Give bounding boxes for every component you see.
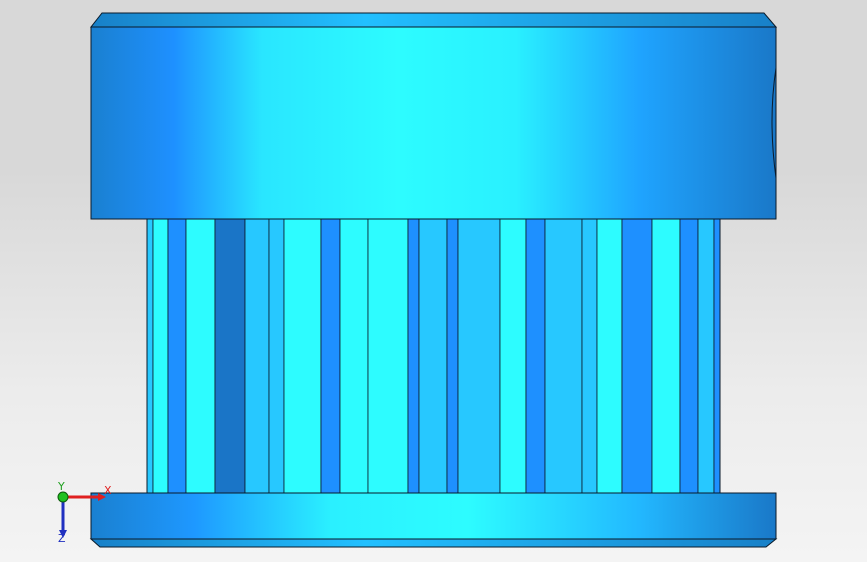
- hub-tooth-face: [146, 218, 154, 494]
- hub-tooth-face: [320, 218, 341, 494]
- hub-tooth-face: [679, 218, 699, 494]
- hub-tooth-face: [339, 218, 369, 494]
- hub-tooth-face: [244, 218, 270, 494]
- hub-tooth-face: [367, 218, 409, 494]
- hub-tooth-face: [457, 218, 501, 494]
- bottom-flange[interactable]: [89, 492, 778, 548]
- pulley-model-view[interactable]: X Y Z: [0, 0, 867, 562]
- graphics-viewport[interactable]: X Y Z: [0, 0, 867, 562]
- hub-tooth-face: [268, 218, 285, 494]
- hub-tooth-face: [418, 218, 448, 494]
- hub-tooth-face: [697, 218, 715, 494]
- hub-tooth-face: [525, 218, 546, 494]
- z-axis-label: Z: [58, 532, 66, 545]
- hub-tooth-face: [167, 218, 187, 494]
- hub-tooth-face: [499, 218, 527, 494]
- hub-tooth-face: [446, 218, 459, 494]
- hub-tooth-face: [283, 218, 322, 494]
- y-axis-label: Y: [57, 480, 65, 493]
- hub-tooth-face: [407, 218, 420, 494]
- hub-tooth-face: [596, 218, 623, 494]
- hub-tooth-face: [621, 218, 653, 494]
- hub-tooth-face: [544, 218, 583, 494]
- top-flange[interactable]: [89, 12, 778, 220]
- hub-tooth-face: [185, 218, 216, 494]
- toothed-hub[interactable]: [146, 218, 721, 494]
- hub-tooth-face: [713, 218, 721, 494]
- x-axis-label: X: [104, 484, 112, 497]
- hub-tooth-face: [214, 218, 246, 494]
- hub-tooth-face: [152, 218, 169, 494]
- hub-tooth-face: [581, 218, 598, 494]
- y-axis-dot-icon: [57, 491, 69, 503]
- hub-tooth-face: [651, 218, 681, 494]
